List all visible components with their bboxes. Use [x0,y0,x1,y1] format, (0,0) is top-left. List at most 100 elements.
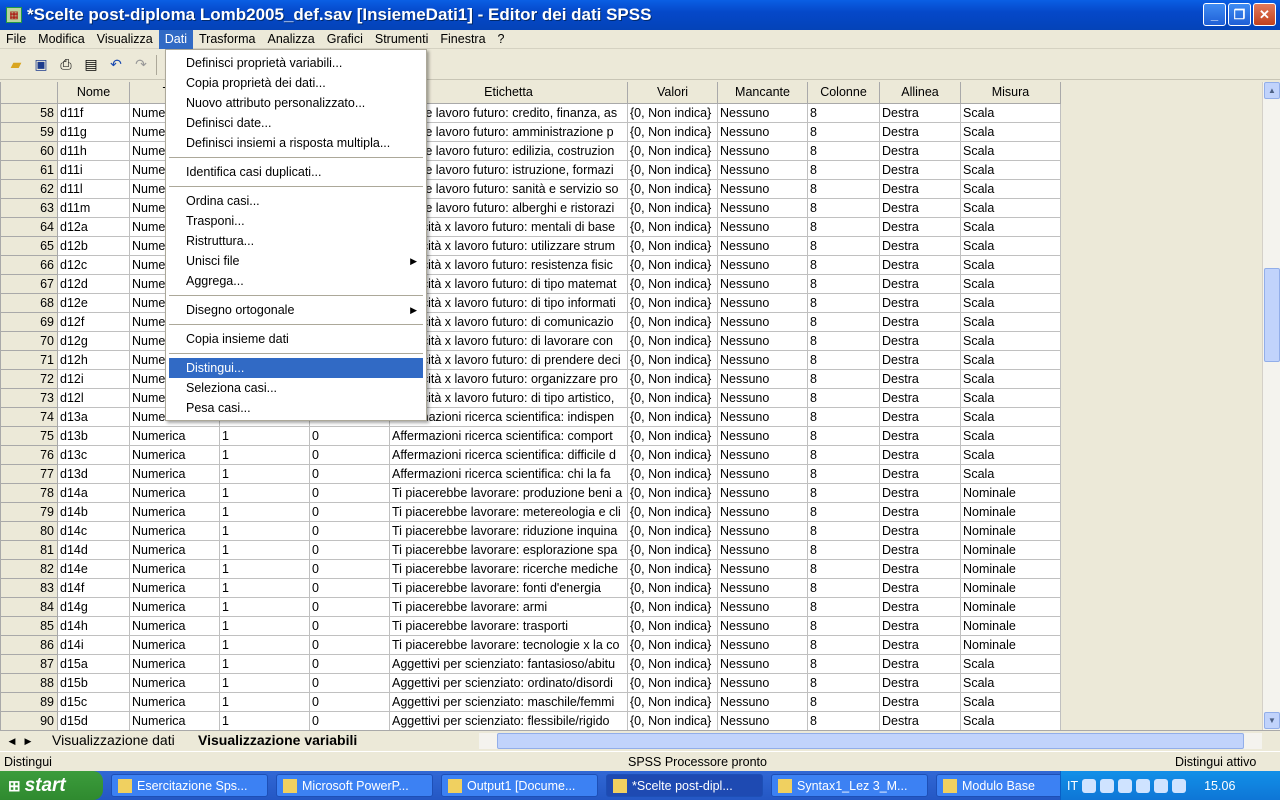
cell-valori[interactable]: {0, Non indica} [627,577,718,598]
cell-misura[interactable]: Scala [960,444,1061,465]
row-number[interactable]: 71 [0,349,58,370]
column-header[interactable]: Allinea [879,82,961,104]
cell-valori[interactable]: {0, Non indica} [627,368,718,389]
cell-mancante[interactable]: Nessuno [717,140,808,161]
cell-colonne[interactable]: 8 [807,159,880,180]
cell-nome[interactable]: d14f [57,577,130,598]
cell-colonne[interactable]: 8 [807,691,880,712]
cell-nome[interactable]: d15c [57,691,130,712]
horizontal-scrollbar[interactable] [479,733,1262,749]
cell-colonne[interactable]: 8 [807,596,880,617]
cell-misura[interactable]: Scala [960,292,1061,313]
cell-mancante[interactable]: Nessuno [717,159,808,180]
cell-larghezza[interactable]: 1 [219,463,310,484]
cell-allinea[interactable]: Destra [879,159,961,180]
cell-allinea[interactable]: Destra [879,520,961,541]
cell-allinea[interactable]: Destra [879,140,961,161]
cell-misura[interactable]: Scala [960,311,1061,332]
cell-larghezza[interactable]: 1 [219,710,310,730]
cell-decimali[interactable]: 0 [309,615,390,636]
menu-item-ordina-casi[interactable]: Ordina casi... [169,191,423,211]
cell-misura[interactable]: Scala [960,140,1061,161]
cell-allinea[interactable]: Destra [879,634,961,655]
menu-item-definisci-date[interactable]: Definisci date... [169,113,423,133]
cell-larghezza[interactable]: 1 [219,634,310,655]
cell-allinea[interactable]: Destra [879,691,961,712]
cell-nome[interactable]: d12i [57,368,130,389]
row-number[interactable]: 80 [0,520,58,541]
cell-misura[interactable]: Scala [960,197,1061,218]
menu-item-distingui[interactable]: Distingui... [169,358,423,378]
cell-valori[interactable]: {0, Non indica} [627,710,718,730]
cell-colonne[interactable]: 8 [807,330,880,351]
menu-strumenti[interactable]: Strumenti [369,30,435,49]
cell-valori[interactable]: {0, Non indica} [627,444,718,465]
cell-misura[interactable]: Scala [960,235,1061,256]
cell-colonne[interactable]: 8 [807,653,880,674]
cell-larghezza[interactable]: 1 [219,558,310,579]
antivirus-icon[interactable] [1154,778,1169,793]
cell-nome[interactable]: d11i [57,159,130,180]
cell-mancante[interactable]: Nessuno [717,197,808,218]
cell-valori[interactable]: {0, Non indica} [627,197,718,218]
cell-larghezza[interactable]: 1 [219,501,310,522]
cell-valori[interactable]: {0, Non indica} [627,463,718,484]
cell-tipo[interactable]: Numerica [129,539,220,560]
vertical-scroll-thumb[interactable] [1264,268,1280,362]
cell-nome[interactable]: d12l [57,387,130,408]
cell-valori[interactable]: {0, Non indica} [627,235,718,256]
cell-allinea[interactable]: Destra [879,349,961,370]
cell-misura[interactable]: Scala [960,672,1061,693]
row-number[interactable]: 61 [0,159,58,180]
cell-etichetta[interactable]: Aggettivi per scienziato: flessibile/rig… [389,710,628,730]
menu-item-definisci-insiemi-a-risposta-multipla[interactable]: Definisci insiemi a risposta multipla... [169,133,423,153]
cell-mancante[interactable]: Nessuno [717,444,808,465]
cell-decimali[interactable]: 0 [309,539,390,560]
cell-valori[interactable]: {0, Non indica} [627,330,718,351]
cell-mancante[interactable]: Nessuno [717,463,808,484]
cell-etichetta[interactable]: Ti piacerebbe lavorare: produzione beni … [389,482,628,503]
row-number[interactable]: 78 [0,482,58,503]
cell-nome[interactable]: d12f [57,311,130,332]
cell-mancante[interactable]: Nessuno [717,254,808,275]
cell-colonne[interactable]: 8 [807,520,880,541]
cell-tipo[interactable]: Numerica [129,653,220,674]
cell-larghezza[interactable]: 1 [219,577,310,598]
cell-mancante[interactable]: Nessuno [717,102,808,123]
cell-valori[interactable]: {0, Non indica} [627,596,718,617]
tab-next-icon[interactable]: ▶ [20,733,36,749]
cell-colonne[interactable]: 8 [807,368,880,389]
cell-nome[interactable]: d13a [57,406,130,427]
row-number[interactable]: 63 [0,197,58,218]
cell-colonne[interactable]: 8 [807,197,880,218]
row-number[interactable]: 64 [0,216,58,237]
row-number[interactable]: 69 [0,311,58,332]
cell-valori[interactable]: {0, Non indica} [627,140,718,161]
column-header[interactable]: Nome [57,82,130,104]
cell-etichetta[interactable]: Aggettivi per scienziato: ordinato/disor… [389,672,628,693]
cell-mancante[interactable]: Nessuno [717,691,808,712]
cell-valori[interactable]: {0, Non indica} [627,216,718,237]
cell-mancante[interactable]: Nessuno [717,406,808,427]
cell-mancante[interactable]: Nessuno [717,273,808,294]
spss-app-icon[interactable]: ▦ [6,7,22,23]
horizontal-scroll-thumb[interactable] [497,733,1244,749]
vertical-scrollbar[interactable]: ▲ ▼ [1262,82,1280,730]
scroll-up-button[interactable]: ▲ [1264,82,1280,99]
cell-mancante[interactable]: Nessuno [717,216,808,237]
cell-nome[interactable]: d12h [57,349,130,370]
cell-tipo[interactable]: Numerica [129,444,220,465]
cell-nome[interactable]: d13c [57,444,130,465]
cell-nome[interactable]: d13d [57,463,130,484]
cell-allinea[interactable]: Destra [879,501,961,522]
menu-help[interactable]: ? [492,30,511,49]
cell-mancante[interactable]: Nessuno [717,596,808,617]
menu-item-trasponi[interactable]: Trasponi... [169,211,423,231]
cell-nome[interactable]: d12d [57,273,130,294]
cell-mancante[interactable]: Nessuno [717,482,808,503]
cell-mancante[interactable]: Nessuno [717,672,808,693]
cell-colonne[interactable]: 8 [807,634,880,655]
scroll-down-button[interactable]: ▼ [1264,712,1280,729]
cell-allinea[interactable]: Destra [879,482,961,503]
cell-colonne[interactable]: 8 [807,121,880,142]
